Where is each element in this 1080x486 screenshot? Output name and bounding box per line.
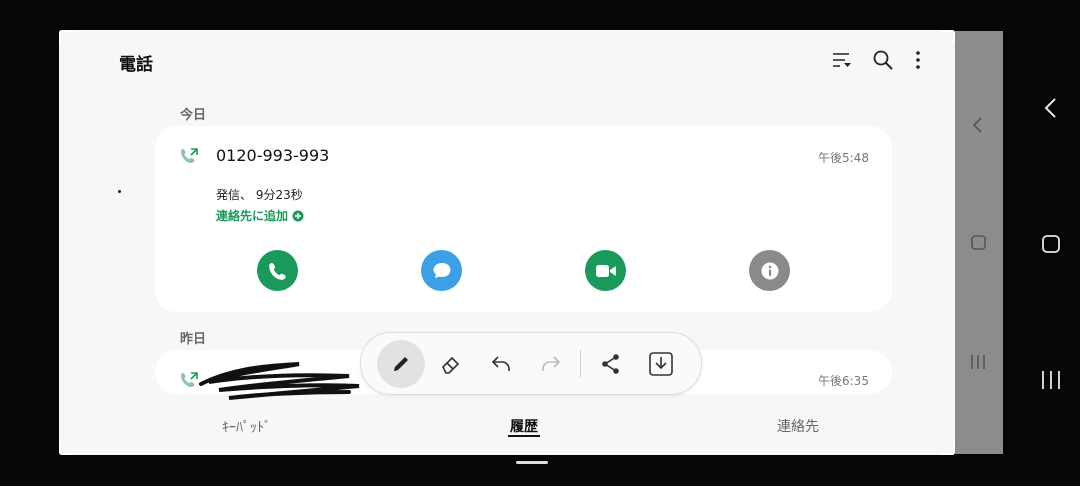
info-icon — [761, 262, 778, 279]
page-title: 電話 — [119, 55, 153, 75]
background-back-icon — [972, 117, 982, 133]
background-home-icon — [971, 235, 986, 250]
call-button[interactable] — [257, 250, 298, 291]
add-circle-icon — [292, 210, 304, 221]
video-call-icon — [595, 264, 616, 277]
toolbar-divider — [580, 350, 581, 377]
video-call-button[interactable] — [585, 250, 626, 291]
nav-back-icon[interactable] — [1040, 96, 1062, 120]
add-contact-link[interactable]: 連絡先に追加 — [216, 207, 304, 224]
nav-recents-icon[interactable] — [1038, 369, 1064, 391]
share-button[interactable] — [587, 340, 635, 388]
message-button[interactable] — [421, 250, 462, 291]
outgoing-call-icon — [181, 372, 198, 387]
drawing-toolbar — [360, 332, 702, 395]
tab-active-indicator — [508, 435, 540, 437]
pen-button[interactable] — [377, 340, 425, 388]
section-label-today: 今日 — [180, 108, 207, 123]
eraser-icon — [442, 356, 460, 374]
scroll-indicator — [118, 190, 121, 193]
tab-recents[interactable]: 履歴 — [510, 416, 538, 436]
search-icon[interactable] — [872, 49, 894, 71]
save-button[interactable] — [637, 340, 685, 388]
crop-handle-bottom[interactable] — [516, 461, 548, 464]
call-time: 午後5:48 — [818, 151, 869, 165]
crop-handle[interactable] — [59, 441, 73, 455]
crop-handle[interactable] — [59, 30, 73, 44]
outgoing-call-icon — [181, 148, 198, 163]
call-number: 0120-993-993 — [216, 146, 330, 165]
redo-button[interactable] — [527, 340, 575, 388]
tab-contacts[interactable]: 連絡先 — [777, 416, 819, 436]
call-icon — [268, 262, 286, 280]
info-button[interactable] — [749, 250, 790, 291]
add-contact-label: 連絡先に追加 — [216, 209, 289, 223]
redaction-scribble — [199, 362, 360, 400]
message-icon — [433, 262, 450, 278]
crop-handle[interactable] — [941, 30, 955, 44]
share-icon — [602, 354, 619, 374]
section-label-yesterday: 昨日 — [180, 332, 207, 347]
tab-keypad[interactable]: ｷｰﾊﾟｯﾄﾞ — [222, 417, 271, 437]
more-icon[interactable] — [912, 49, 924, 71]
pen-icon — [394, 357, 408, 371]
eraser-button[interactable] — [427, 340, 475, 388]
crop-handle[interactable] — [941, 441, 955, 455]
undo-icon — [491, 356, 510, 371]
redo-icon — [542, 356, 561, 371]
filter-icon[interactable] — [831, 50, 853, 70]
save-icon — [649, 352, 673, 376]
call-log-card-expanded[interactable]: 0120-993-993 午後5:48 発信、 9分23秒 連絡先に追加 — [155, 126, 892, 312]
nav-home-icon[interactable] — [1040, 233, 1062, 255]
background-recents-icon — [971, 355, 985, 369]
call-detail: 発信、 9分23秒 — [216, 188, 303, 202]
undo-button[interactable] — [477, 340, 525, 388]
call-time: 午後6:35 — [818, 374, 869, 388]
